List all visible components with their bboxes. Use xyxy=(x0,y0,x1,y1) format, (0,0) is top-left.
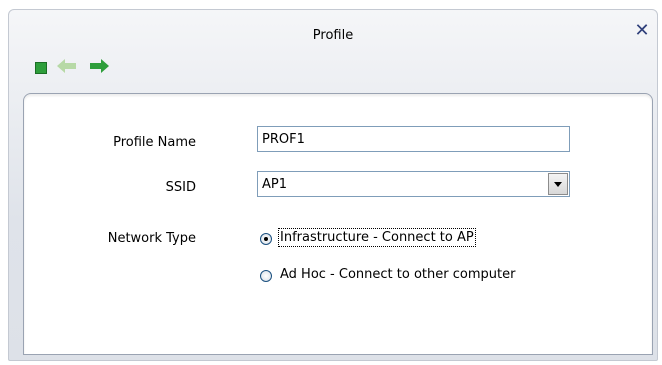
ssid-select[interactable]: AP1 xyxy=(257,171,570,197)
infrastructure-option-label[interactable]: Infrastructure - Connect to AP xyxy=(278,228,476,247)
adhoc-option-label[interactable]: Ad Hoc - Connect to other computer xyxy=(280,267,515,282)
forward-arrow-icon[interactable] xyxy=(89,59,109,73)
ssid-label: SSID xyxy=(165,180,196,195)
back-arrow-icon[interactable] xyxy=(57,59,77,73)
network-type-label: Network Type xyxy=(107,231,196,246)
profile-name-input[interactable]: PROF1 xyxy=(257,126,570,152)
window-title: Profile xyxy=(312,28,354,43)
adhoc-radio[interactable] xyxy=(260,270,272,282)
chevron-down-icon[interactable] xyxy=(548,173,568,195)
profile-window: Profile ✕ Profile Name PROF1 SSID AP1 Ne… xyxy=(8,9,658,361)
stop-icon[interactable] xyxy=(35,62,47,74)
profile-name-label: Profile Name xyxy=(113,135,196,150)
close-icon[interactable]: ✕ xyxy=(634,22,650,40)
ssid-selected-value: AP1 xyxy=(262,177,288,192)
profile-form-panel: Profile Name PROF1 SSID AP1 Network Type… xyxy=(23,93,653,355)
infrastructure-radio[interactable] xyxy=(260,233,272,245)
